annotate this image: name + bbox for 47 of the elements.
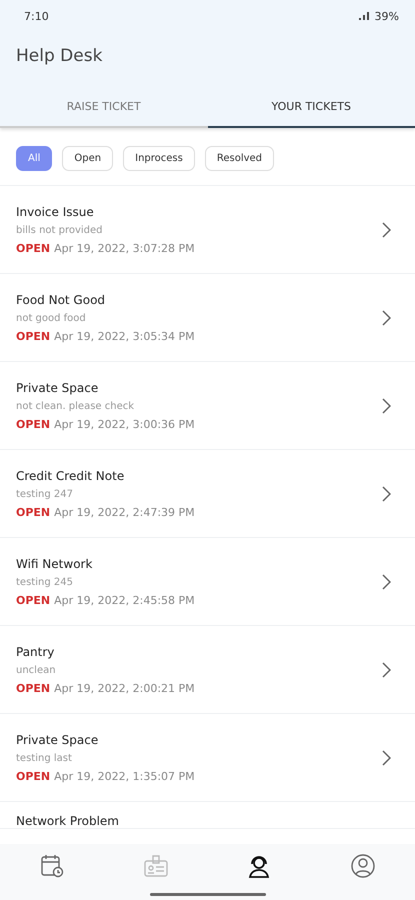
ticket-status: OPEN (16, 506, 50, 518)
chevron-right-icon[interactable] (381, 222, 391, 238)
ticket-status: OPEN (16, 242, 50, 254)
ticket-date: Apr 19, 2022, 3:00:36 PM (54, 418, 195, 430)
filter-chip[interactable]: Inprocess (123, 146, 195, 171)
ticket-description: bills not provided (16, 224, 104, 236)
ticket-title: Private Space (16, 732, 100, 746)
battery-level: 39% (374, 10, 399, 22)
status-time: 7:10 (24, 10, 49, 22)
tab[interactable]: YOUR TICKETS (208, 90, 415, 128)
signal-icon (358, 11, 370, 21)
ticket-description: not clean. please check (16, 400, 136, 412)
ticket-description: testing 245 (16, 576, 74, 588)
chevron-right-icon[interactable] (381, 750, 391, 766)
ticket-title: Private Space (16, 380, 100, 394)
ticket-date: Apr 19, 2022, 1:35:07 PM (54, 770, 195, 782)
ticket-title: Credit Credit Note (16, 468, 126, 482)
ticket-status: OPEN (16, 594, 50, 606)
ticket-date: Apr 19, 2022, 2:45:58 PM (54, 594, 195, 606)
chevron-right-icon[interactable] (381, 310, 391, 326)
ticket-status: OPEN (16, 330, 50, 342)
ticket-status: OPEN (16, 418, 50, 430)
ticket-date: Apr 19, 2022, 3:05:34 PM (54, 330, 195, 342)
chevron-right-icon[interactable] (381, 662, 391, 678)
tab[interactable]: RAISE TICKET (0, 90, 208, 128)
ticket-description: testing 247 (16, 488, 74, 500)
ticket-date: Apr 19, 2022, 2:47:39 PM (54, 506, 195, 518)
ticket-status: OPEN (16, 682, 50, 694)
profile-icon[interactable] (350, 853, 376, 879)
ticket-title: Network Problem (16, 814, 120, 828)
app-title: Help Desk (15, 45, 104, 68)
ticket-title: Food Not Good (16, 292, 106, 306)
ticket-title: Invoice Issue (16, 204, 95, 218)
ticket-description: unclean (16, 664, 57, 676)
filter-chip[interactable]: Resolved (204, 146, 274, 171)
chevron-right-icon[interactable] (381, 574, 391, 590)
chevron-right-icon[interactable] (381, 398, 391, 414)
chevron-right-icon[interactable] (381, 486, 391, 502)
calendar-clock-icon[interactable] (38, 853, 65, 879)
ticket-description: not good food (16, 312, 87, 324)
ticket-status: OPEN (16, 770, 50, 782)
filter-chip[interactable]: Open (62, 146, 114, 171)
ticket-title: Wifi Network (16, 556, 94, 570)
ticket-date: Apr 19, 2022, 3:07:28 PM (54, 242, 195, 254)
ticket-title: Pantry (16, 644, 56, 658)
ticket-description: testing last (16, 752, 73, 764)
ticket-date: Apr 19, 2022, 2:00:21 PM (54, 682, 195, 694)
